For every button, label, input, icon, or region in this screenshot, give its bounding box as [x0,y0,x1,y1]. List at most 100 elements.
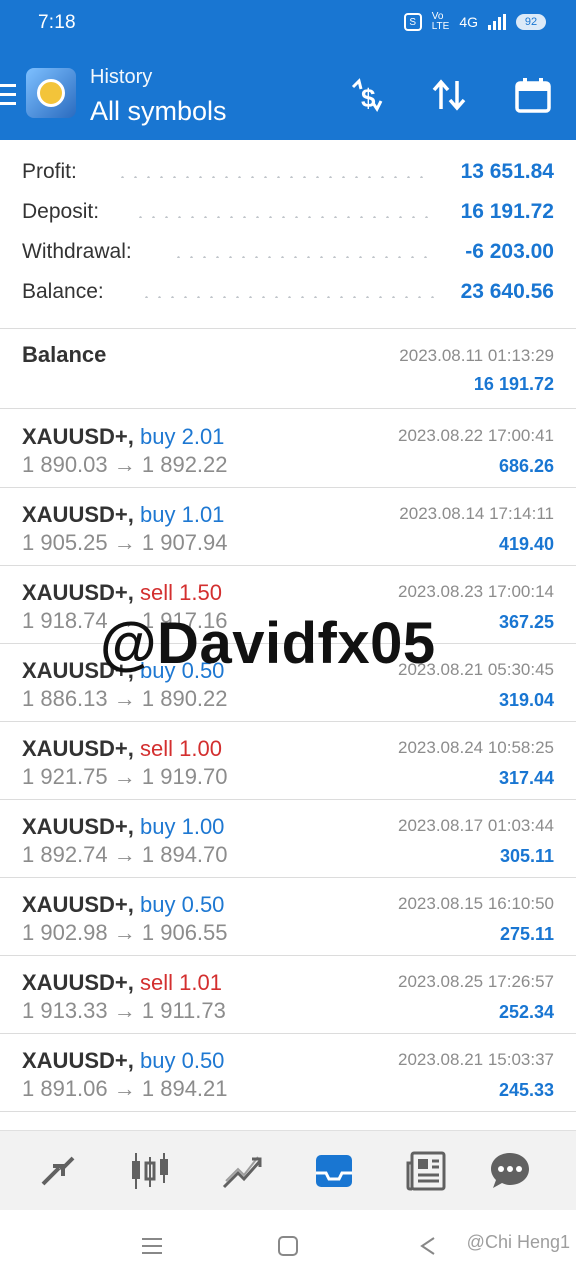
trade-row[interactable]: XAUUSD+, buy 2.01 1 890.03 → 1 892.22 2023… [0,410,576,488]
close-price: 1 906.55 [141,920,228,945]
arrow-right-icon: → [107,998,142,1023]
home-icon[interactable] [274,1232,302,1260]
trade-side: buy [139,424,176,449]
trade-row[interactable]: XAUUSD+, sell 1.01 1 913.33 → 1 911.73 202… [0,956,576,1034]
trade-profit: 317.44 [498,768,554,788]
open-price: 1 921.75 [22,764,108,789]
trade-datetime: 2023.08.23 17:00:14 [398,582,554,601]
recents-icon[interactable] [138,1232,166,1260]
sim-icon: S [403,13,422,31]
arrow-right-icon: → [107,842,142,867]
trade-datetime: 2023.08.15 16:10:50 [398,894,554,913]
balance-entry[interactable]: Balance 2023.08.11 01:13:29 16 191.72 [0,330,576,408]
close-price: 1 919.70 [141,764,228,789]
trade-symbol-line: XAUUSD+, buy 2.01 [22,424,224,450]
trade-profit: 419.40 [498,534,554,554]
trade-symbol: XAUUSD+, [22,736,134,761]
trade-symbol-line: XAUUSD+, sell 1.00 [22,736,222,762]
summary-label: Deposit: [22,200,100,223]
watermark-text: @Davidfx05 [100,611,436,676]
close-price: 1 894.70 [141,842,228,867]
balance-title: Balance [22,342,107,367]
svg-text:$: $ [361,83,376,113]
trade-symbol: XAUUSD+, [22,502,134,527]
arrow-right-icon: → [107,764,142,789]
menu-icon[interactable] [0,84,16,106]
bottom-nav [0,1130,576,1211]
summary-row-deposit: Deposit: 16 191.72 [0,190,576,230]
trade-side: buy [139,1048,176,1073]
network-label: 4G [459,14,478,30]
summary-panel: Profit: 13 651.84 Deposit: 16 191.72 Wit… [0,150,576,310]
page-title[interactable]: All symbols [90,96,227,127]
trade-prices: 1 913.33 → 1 911.73 [22,998,226,1024]
arrow-right-icon: → [107,1076,142,1101]
close-price: 1 892.22 [141,452,228,477]
trade-prices: 1 891.06 → 1 894.21 [22,1076,228,1102]
open-price: 1 892.74 [22,842,108,867]
news-icon[interactable] [404,1149,448,1193]
trade-datetime: 2023.08.17 01:03:44 [398,816,554,835]
trade-row[interactable]: XAUUSD+, buy 1.01 1 905.25 → 1 907.94 2023… [0,488,576,566]
trade-row[interactable]: XAUUSD+, buy 0.50 1 902.98 → 1 906.55 2023… [0,878,576,956]
trade-side: sell [139,736,173,761]
dollar-sort-icon[interactable]: $ [346,74,388,116]
trade-datetime: 2023.08.25 17:26:57 [398,972,554,991]
trade-datetime: 2023.08.22 17:00:41 [398,426,554,445]
dotted-leader [116,176,426,178]
history-icon[interactable] [312,1149,356,1193]
trade-profit: 367.25 [498,612,554,632]
trade-datetime: 2023.08.24 10:58:25 [398,738,554,757]
back-icon[interactable] [414,1232,442,1260]
open-price: 1 918.74 [22,608,108,633]
trade-profit: 319.04 [498,690,554,710]
divider [0,408,576,409]
top-bar: 7:18 S Vo LTE 4G 92 History All symbols $ [0,0,576,140]
trade-icon[interactable] [220,1149,264,1193]
system-nav-bar: @Chi Heng1 [0,1210,576,1280]
open-price: 1 886.13 [22,686,108,711]
summary-row-withdrawal: Withdrawal: -6 203.00 [0,230,576,270]
page-subtitle: History [90,66,153,88]
battery-level: 92 [524,16,538,28]
trade-volume: 1.00 [181,814,225,839]
summary-label: Withdrawal: [22,240,132,263]
trade-side: buy [139,814,176,839]
trade-profit: 252.34 [498,1002,554,1022]
dotted-leader [172,256,434,258]
calendar-icon[interactable] [512,74,554,116]
trade-row[interactable]: XAUUSD+, sell 1.00 1 921.75 → 1 919.70 202… [0,722,576,800]
open-price: 1 891.06 [22,1076,108,1101]
trade-symbol-line: XAUUSD+, sell 1.01 [22,970,222,996]
quotes-icon[interactable] [36,1149,80,1193]
chat-icon[interactable] [488,1149,532,1193]
trade-symbol: XAUUSD+, [22,892,134,917]
trade-symbol-line: XAUUSD+, sell 1.50 [22,580,222,606]
balance-amount: 16 191.72 [473,374,554,394]
summary-value: -6 203.00 [465,240,554,263]
trade-row[interactable]: XAUUSD+, buy 0.50 1 891.06 → 1 894.21 2023… [0,1034,576,1112]
open-price: 1 890.03 [22,452,108,477]
sort-icon[interactable] [428,74,470,116]
trade-prices: 1 905.25 → 1 907.94 [22,530,228,556]
app-logo [26,68,76,118]
arrow-right-icon: → [107,920,142,945]
trade-datetime: 2023.08.21 15:03:37 [398,1050,554,1069]
trade-prices: 1 921.75 → 1 919.70 [22,764,228,790]
signal-icon [488,14,506,30]
trade-profit: 275.11 [499,924,554,944]
chart-icon[interactable] [128,1149,172,1193]
status-icons: S Vo LTE 4G 92 [403,12,546,32]
close-price: 1 894.21 [141,1076,228,1101]
trade-symbol-line: XAUUSD+, buy 0.50 [22,892,224,918]
trade-volume: 0.50 [181,1048,225,1073]
trade-row[interactable]: XAUUSD+, buy 1.00 1 892.74 → 1 894.70 2023… [0,800,576,878]
close-price: 1 911.73 [141,998,226,1023]
open-price: 1 902.98 [22,920,108,945]
divider [0,328,576,329]
trade-side: sell [139,580,173,605]
battery-icon: 92 [516,14,546,30]
open-price: 1 913.33 [22,998,108,1023]
summary-value: 23 640.56 [460,280,554,303]
trade-profit: 305.11 [499,846,554,866]
